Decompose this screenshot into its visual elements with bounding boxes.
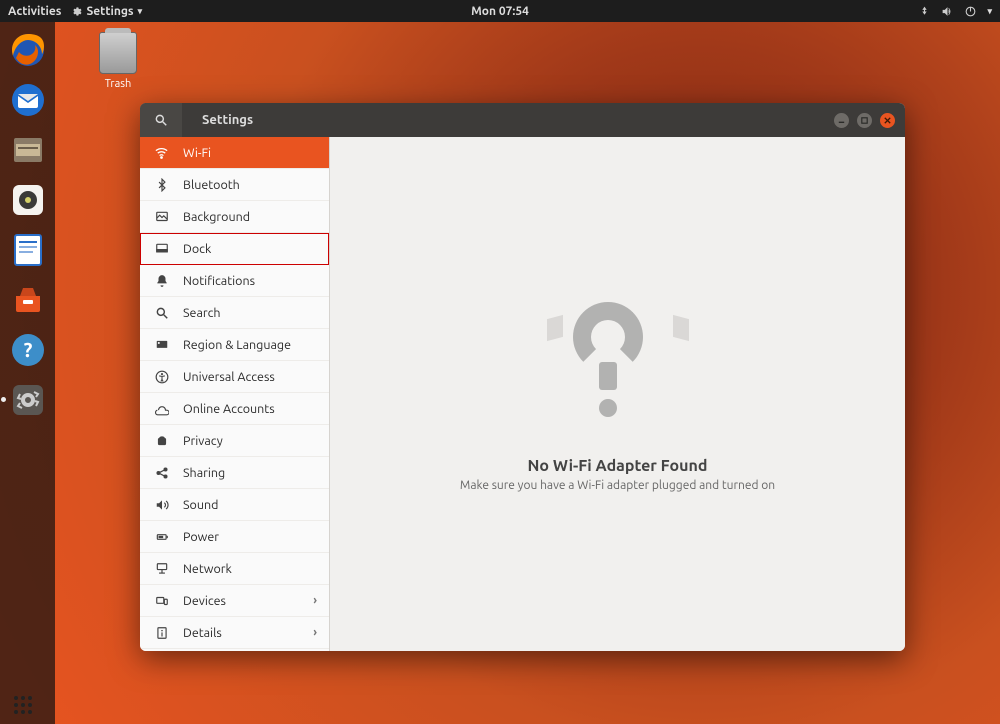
sidebar-item-label: Privacy: [183, 434, 223, 448]
sidebar-item-background[interactable]: Background: [140, 201, 329, 233]
sidebar-item-label: Online Accounts: [183, 402, 275, 416]
content-subtext: Make sure you have a Wi-Fi adapter plugg…: [460, 479, 775, 492]
wifi-icon: [154, 145, 169, 160]
region-icon: [154, 337, 169, 352]
sidebar-item-sound[interactable]: Sound: [140, 489, 329, 521]
sidebar-item-search[interactable]: Search: [140, 297, 329, 329]
content-heading: No Wi-Fi Adapter Found: [528, 457, 708, 475]
settings-sidebar: Wi-Fi Bluetooth Background Dock Notifica: [140, 137, 330, 651]
chevron-right-icon: ›: [313, 626, 317, 639]
top-bar: Activities Settings ▾ Mon 07:54 ▾: [0, 0, 1000, 22]
sidebar-item-label: Bluetooth: [183, 178, 240, 192]
background-icon: [154, 209, 169, 224]
universal-access-icon: [154, 369, 169, 384]
dock-item-settings[interactable]: [8, 380, 48, 420]
privacy-icon: [154, 433, 169, 448]
sidebar-item-online-accounts[interactable]: Online Accounts: [140, 393, 329, 425]
system-menu-arrow-icon[interactable]: ▾: [987, 6, 992, 17]
sidebar-item-bluetooth[interactable]: Bluetooth: [140, 169, 329, 201]
network-icon: [154, 561, 169, 576]
dock-item-writer[interactable]: [8, 230, 48, 270]
dock-item-firefox[interactable]: [8, 30, 48, 70]
sidebar-item-dock[interactable]: Dock: [140, 233, 329, 265]
sidebar-item-label: Search: [183, 306, 221, 320]
dock-item-files[interactable]: [8, 130, 48, 170]
settings-gear-icon: [71, 6, 82, 17]
sidebar-item-wifi[interactable]: Wi-Fi: [140, 137, 329, 169]
titlebar[interactable]: Settings: [140, 103, 905, 137]
maximize-button[interactable]: [857, 113, 872, 128]
content-pane: No Wi-Fi Adapter Found Make sure you hav…: [330, 137, 905, 651]
volume-status-icon[interactable]: [941, 5, 954, 18]
sidebar-item-power[interactable]: Power: [140, 521, 329, 553]
chevron-right-icon: ›: [313, 594, 317, 607]
sidebar-item-devices[interactable]: Devices ›: [140, 585, 329, 617]
sidebar-item-label: Notifications: [183, 274, 255, 288]
dock: ?: [0, 22, 55, 724]
sidebar-item-label: Background: [183, 210, 250, 224]
search-button[interactable]: [140, 103, 182, 137]
sidebar-item-label: Network: [183, 562, 232, 576]
minimize-button[interactable]: [834, 113, 849, 128]
search-icon: [154, 305, 169, 320]
sidebar-item-universal-access[interactable]: Universal Access: [140, 361, 329, 393]
window-title: Settings: [182, 113, 834, 127]
trash-label: Trash: [88, 78, 148, 90]
sidebar-item-label: Details: [183, 626, 222, 640]
sidebar-item-region[interactable]: Region & Language: [140, 329, 329, 361]
sidebar-item-details[interactable]: Details ›: [140, 617, 329, 649]
sidebar-item-label: Dock: [183, 242, 211, 256]
svg-text:?: ?: [23, 338, 32, 361]
search-icon: [154, 113, 168, 127]
question-mark-icon: [553, 297, 683, 427]
online-accounts-icon: [154, 401, 169, 416]
trash-icon: [99, 32, 137, 74]
sharing-icon: [154, 465, 169, 480]
sound-icon: [154, 497, 169, 512]
dropdown-arrow-icon: ▾: [138, 6, 143, 17]
dock-icon: [154, 241, 169, 256]
sidebar-item-label: Power: [183, 530, 219, 544]
sidebar-item-label: Universal Access: [183, 370, 275, 384]
sidebar-item-network[interactable]: Network: [140, 553, 329, 585]
dock-item-help[interactable]: ?: [8, 330, 48, 370]
sidebar-item-label: Devices: [183, 594, 226, 608]
notifications-icon: [154, 273, 169, 288]
sidebar-item-sharing[interactable]: Sharing: [140, 457, 329, 489]
clock[interactable]: Mon 07:54: [471, 5, 529, 18]
desktop-icon-trash[interactable]: Trash: [88, 32, 148, 90]
dock-item-rhythmbox[interactable]: [8, 180, 48, 220]
power-status-icon[interactable]: [964, 5, 977, 18]
network-status-icon[interactable]: [918, 5, 931, 18]
details-icon: [154, 625, 169, 640]
app-menu-button[interactable]: Settings ▾: [71, 5, 142, 18]
sidebar-item-label: Sharing: [183, 466, 225, 480]
sidebar-item-label: Region & Language: [183, 338, 291, 352]
show-applications-button[interactable]: [14, 696, 32, 714]
dock-item-thunderbird[interactable]: [8, 80, 48, 120]
activities-button[interactable]: Activities: [8, 5, 61, 18]
power-icon: [154, 529, 169, 544]
bluetooth-icon: [154, 177, 169, 192]
sidebar-item-label: Wi-Fi: [183, 146, 211, 160]
settings-window: Settings Wi-Fi Bluetooth Backgr: [140, 103, 905, 651]
dock-item-software[interactable]: [8, 280, 48, 320]
sidebar-item-notifications[interactable]: Notifications: [140, 265, 329, 297]
sidebar-item-privacy[interactable]: Privacy: [140, 425, 329, 457]
sidebar-item-label: Sound: [183, 498, 218, 512]
devices-icon: [154, 593, 169, 608]
close-button[interactable]: [880, 113, 895, 128]
